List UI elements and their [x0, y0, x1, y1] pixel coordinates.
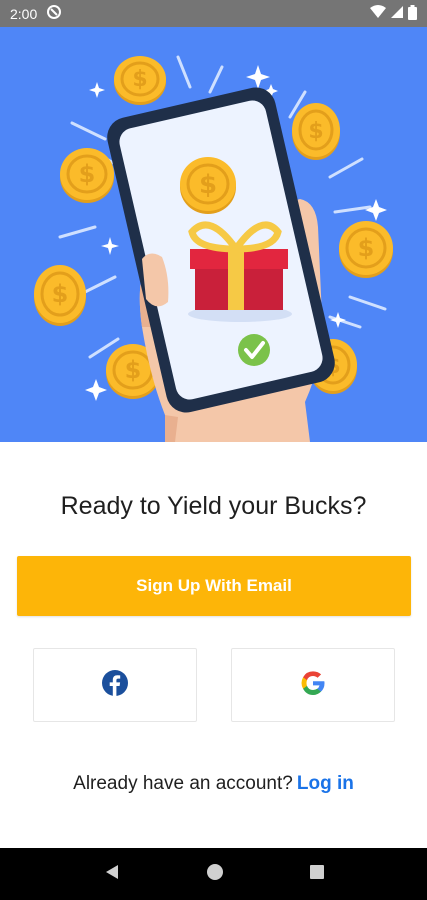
- wifi-icon: [370, 5, 386, 22]
- status-time: 2:00: [10, 5, 38, 22]
- status-bar: 2:00: [0, 0, 427, 27]
- svg-text:$: $: [52, 280, 69, 308]
- google-login-button[interactable]: [231, 648, 395, 722]
- battery-icon: [408, 4, 417, 23]
- facebook-icon: [101, 669, 129, 702]
- checkmark-icon: [238, 334, 270, 366]
- sign-up-email-button[interactable]: Sign Up With Email: [17, 556, 411, 616]
- home-icon[interactable]: [206, 863, 224, 886]
- recents-icon[interactable]: [309, 864, 325, 885]
- sync-icon: [47, 5, 62, 22]
- google-icon: [300, 670, 326, 701]
- status-left: 2:00: [10, 5, 62, 22]
- back-icon[interactable]: [103, 863, 121, 886]
- navigation-bar: [0, 848, 427, 900]
- login-row: Already have an account? Log in: [0, 773, 427, 795]
- hero-illustration: $ $ $ $ $ $ $: [0, 27, 427, 442]
- svg-text:$: $: [308, 119, 323, 144]
- login-prompt: Already have an account?: [73, 773, 293, 794]
- facebook-login-button[interactable]: [33, 648, 197, 722]
- page-title: Ready to Yield your Bucks?: [60, 492, 367, 520]
- svg-text:$: $: [132, 67, 147, 92]
- auth-panel: Ready to Yield your Bucks? Sign Up With …: [0, 442, 427, 848]
- status-right: [370, 4, 417, 23]
- login-link[interactable]: Log in: [297, 773, 354, 794]
- cellular-signal-icon: [390, 5, 404, 22]
- svg-text:$: $: [79, 160, 96, 188]
- svg-text:$: $: [125, 356, 142, 384]
- svg-text:$: $: [358, 234, 375, 262]
- svg-text:$: $: [199, 170, 217, 200]
